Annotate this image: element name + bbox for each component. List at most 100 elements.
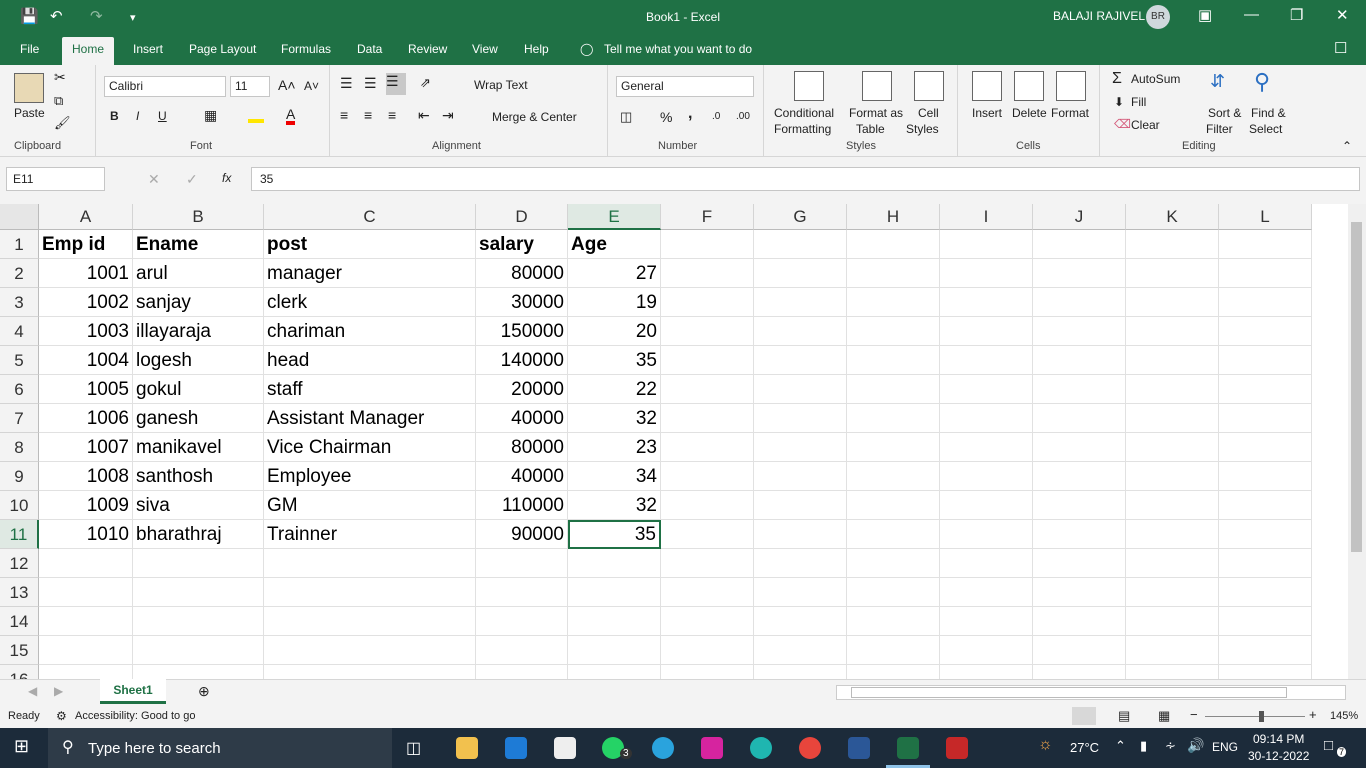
cell-b1[interactable]: Ename (133, 230, 264, 259)
cell-d3[interactable]: 30000 (476, 288, 568, 317)
cell-b16[interactable] (133, 665, 264, 679)
cell-g3[interactable] (754, 288, 847, 317)
zoom-slider-thumb[interactable] (1259, 711, 1264, 722)
cell-g7[interactable] (754, 404, 847, 433)
cut-icon[interactable]: ✂ (54, 69, 66, 86)
page-break-view-icon[interactable]: ▦ (1158, 708, 1170, 724)
cell-a15[interactable] (39, 636, 133, 665)
cell-a7[interactable]: 1006 (39, 404, 133, 433)
cell-h8[interactable] (847, 433, 940, 462)
name-box[interactable]: E11 (6, 167, 105, 191)
cell-k4[interactable] (1126, 317, 1219, 346)
tell-me-search[interactable]: Tell me what you want to do (604, 42, 752, 56)
cell-a5[interactable]: 1004 (39, 346, 133, 375)
hidden-icons-chevron[interactable]: ⌃ (1115, 738, 1126, 754)
tab-file[interactable]: File (20, 42, 39, 56)
cell-g11[interactable] (754, 520, 847, 549)
cell-i5[interactable] (940, 346, 1033, 375)
accessibility-icon[interactable]: ⚙ (56, 709, 67, 723)
eraser-icon[interactable]: ⌫ (1114, 117, 1131, 131)
tab-home[interactable]: Home (62, 37, 115, 65)
cell-k6[interactable] (1126, 375, 1219, 404)
cell-b10[interactable]: siva (133, 491, 264, 520)
accessibility-status[interactable]: Accessibility: Good to go (75, 710, 195, 722)
cell-l15[interactable] (1219, 636, 1312, 665)
minimize-icon[interactable]: — (1244, 6, 1259, 23)
tab-page-layout[interactable]: Page Layout (189, 42, 256, 56)
row-header-12[interactable]: 12 (0, 549, 39, 578)
language-indicator[interactable]: ENG (1212, 740, 1238, 754)
cell-l3[interactable] (1219, 288, 1312, 317)
cell-h10[interactable] (847, 491, 940, 520)
cell-f9[interactable] (661, 462, 754, 491)
autosum-button[interactable]: AutoSum (1131, 72, 1180, 86)
cell-h6[interactable] (847, 375, 940, 404)
horizontal-scroll-thumb[interactable] (851, 687, 1287, 698)
zoom-level[interactable]: 145% (1330, 710, 1358, 722)
cell-j10[interactable] (1033, 491, 1126, 520)
row-header-14[interactable]: 14 (0, 607, 39, 636)
column-header-f[interactable]: F (661, 204, 754, 230)
row-header-1[interactable]: 1 (0, 230, 39, 259)
row-header-9[interactable]: 9 (0, 462, 39, 491)
cell-c10[interactable]: GM (264, 491, 476, 520)
cell-j11[interactable] (1033, 520, 1126, 549)
column-header-g[interactable]: G (754, 204, 847, 230)
row-header-11[interactable]: 11 (0, 520, 39, 549)
cell-i1[interactable] (940, 230, 1033, 259)
cell-b7[interactable]: ganesh (133, 404, 264, 433)
cell-b13[interactable] (133, 578, 264, 607)
cell-c1[interactable]: post (264, 230, 476, 259)
cell-e7[interactable]: 32 (568, 404, 661, 433)
cell-c3[interactable]: clerk (264, 288, 476, 317)
active-cell-e11[interactable]: 35 (568, 520, 661, 549)
cell-b15[interactable] (133, 636, 264, 665)
cell-k2[interactable] (1126, 259, 1219, 288)
cell-c7[interactable]: Assistant Manager (264, 404, 476, 433)
insert-button[interactable]: Insert (972, 106, 1002, 120)
column-header-k[interactable]: K (1126, 204, 1219, 230)
volume-icon[interactable]: 🔊 (1187, 737, 1204, 754)
font-name-select[interactable]: Calibri (104, 76, 226, 97)
cell-j15[interactable] (1033, 636, 1126, 665)
cell-c13[interactable] (264, 578, 476, 607)
cell-l16[interactable] (1219, 665, 1312, 679)
align-right-icon[interactable]: ≡ (388, 107, 396, 123)
zoom-in-icon[interactable]: + (1309, 707, 1317, 722)
column-header-h[interactable]: H (847, 204, 940, 230)
telegram-icon[interactable] (652, 737, 674, 759)
decrease-decimal-icon[interactable]: .00 (736, 111, 750, 122)
wifi-icon[interactable]: ∻ (1165, 738, 1176, 754)
user-name[interactable]: BALAJI RAJIVEL (1053, 9, 1145, 23)
cell-f10[interactable] (661, 491, 754, 520)
cell-d12[interactable] (476, 549, 568, 578)
cell-e2[interactable]: 27 (568, 259, 661, 288)
page-layout-view-icon[interactable]: ▤ (1118, 708, 1130, 724)
cell-d9[interactable]: 40000 (476, 462, 568, 491)
format-painter-icon[interactable]: 🖌 (54, 115, 71, 131)
format-cells-icon[interactable] (1056, 71, 1086, 101)
cell-k10[interactable] (1126, 491, 1219, 520)
cell-e6[interactable]: 22 (568, 375, 661, 404)
cell-h16[interactable] (847, 665, 940, 679)
fill-color-icon[interactable] (248, 107, 264, 123)
insert-function-button[interactable]: fx (222, 171, 231, 185)
cell-f14[interactable] (661, 607, 754, 636)
cell-c16[interactable] (264, 665, 476, 679)
cell-k13[interactable] (1126, 578, 1219, 607)
clear-button[interactable]: Clear (1131, 118, 1160, 132)
increase-decimal-icon[interactable]: .0 (712, 111, 720, 122)
cell-a12[interactable] (39, 549, 133, 578)
cell-f5[interactable] (661, 346, 754, 375)
cell-i4[interactable] (940, 317, 1033, 346)
cell-a2[interactable]: 1001 (39, 259, 133, 288)
fill-button[interactable]: Fill (1131, 95, 1146, 109)
cell-b3[interactable]: sanjay (133, 288, 264, 317)
cell-b2[interactable]: arul (133, 259, 264, 288)
cell-g5[interactable] (754, 346, 847, 375)
cell-i7[interactable] (940, 404, 1033, 433)
row-header-4[interactable]: 4 (0, 317, 39, 346)
autosum-icon[interactable]: Σ (1112, 70, 1122, 88)
cell-h2[interactable] (847, 259, 940, 288)
cell-j5[interactable] (1033, 346, 1126, 375)
